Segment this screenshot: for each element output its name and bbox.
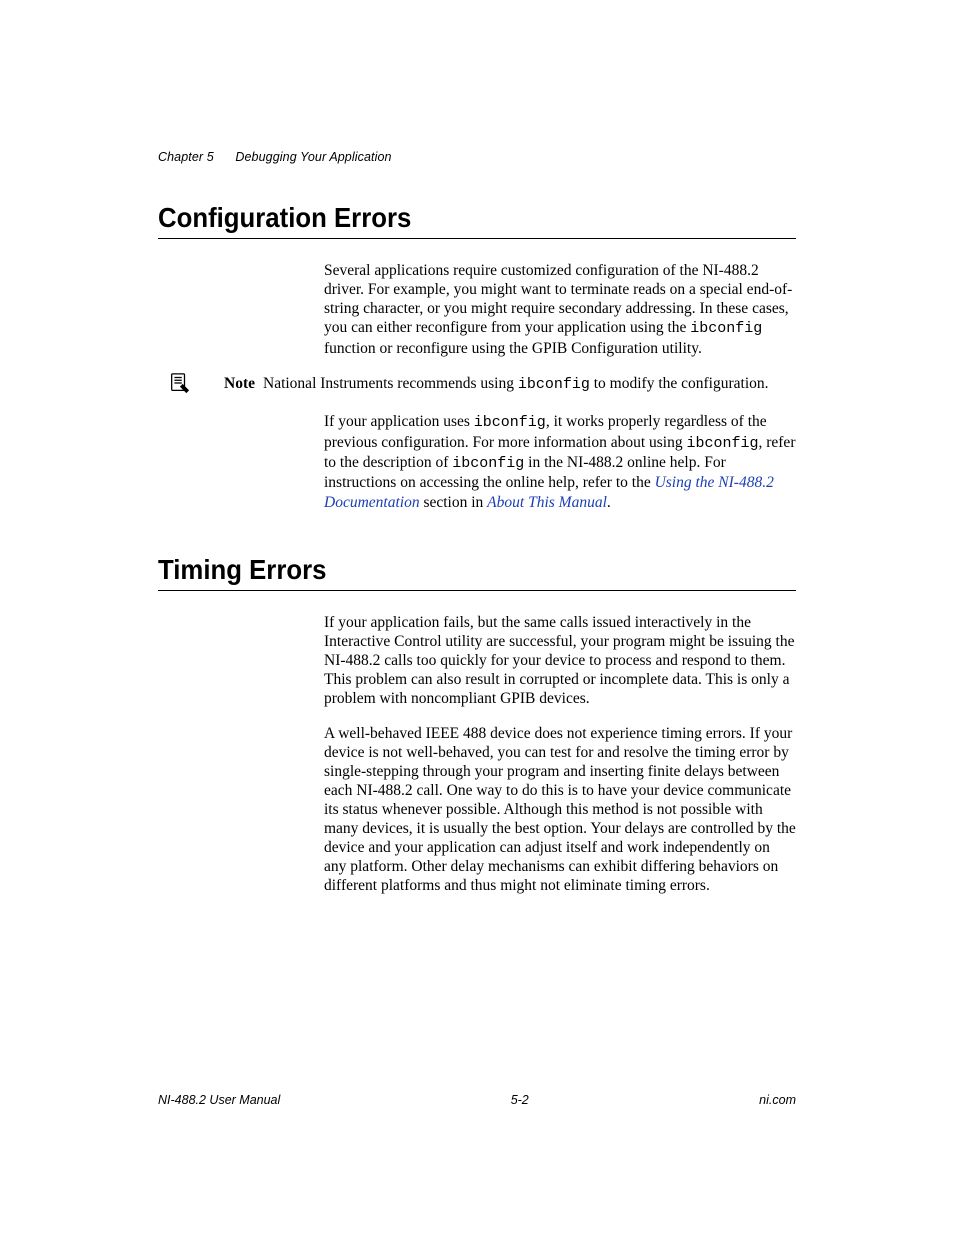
code-ibconfig: ibconfig: [686, 435, 758, 452]
config-body-2: If your application uses ibconfig, it wo…: [324, 412, 796, 511]
heading-configuration-errors: Configuration Errors: [158, 202, 745, 234]
chapter-title: Debugging Your Application: [235, 150, 391, 164]
page: Chapter 5 Debugging Your Application Con…: [0, 0, 954, 1235]
timing-paragraph-1: If your application fails, but the same …: [324, 613, 796, 708]
code-ibconfig: ibconfig: [452, 455, 524, 472]
timing-paragraph-2: A well-behaved IEEE 488 device does not …: [324, 724, 796, 896]
footer-right: ni.com: [759, 1093, 796, 1107]
heading-rule: [158, 238, 796, 239]
code-ibconfig: ibconfig: [474, 414, 546, 431]
chapter-label: Chapter 5: [158, 150, 214, 164]
note-text: NoteNational Instruments recommends usin…: [224, 374, 796, 394]
heading-timing-errors: Timing Errors: [158, 554, 745, 586]
link-about-this-manual[interactable]: About This Manual: [487, 494, 607, 511]
config-paragraph-2: If your application uses ibconfig, it wo…: [324, 412, 796, 511]
note-block: NoteNational Instruments recommends usin…: [158, 374, 796, 394]
page-footer: NI-488.2 User Manual 5-2 ni.com: [158, 1093, 796, 1107]
running-header: Chapter 5 Debugging Your Application: [158, 150, 796, 164]
note-icon: [168, 372, 190, 394]
timing-body: If your application fails, but the same …: [324, 613, 796, 896]
footer-left: NI-488.2 User Manual: [158, 1093, 280, 1107]
config-paragraph-1: Several applications require customized …: [324, 261, 796, 358]
heading-rule: [158, 590, 796, 591]
footer-page-number: 5-2: [511, 1093, 529, 1107]
config-body: Several applications require customized …: [324, 261, 796, 358]
code-ibconfig: ibconfig: [690, 320, 762, 337]
note-label: Note: [224, 375, 255, 392]
code-ibconfig: ibconfig: [518, 376, 590, 393]
